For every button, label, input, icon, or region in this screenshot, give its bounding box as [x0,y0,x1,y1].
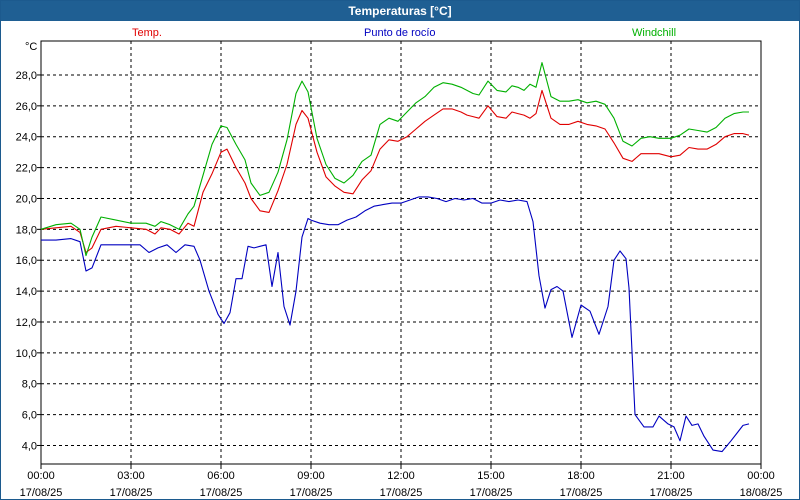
series-lines [40,62,750,453]
y-tick-label: 18,0 [16,224,37,236]
y-tick-label: 8,0 [22,379,37,391]
y-axis-ticks: 4,0 6,0 8,0 10,0 12,0 14,0 16,0 18,0 20,0 22,0 24,… [16,70,41,452]
windchill-series-line [40,62,749,257]
x-tick-label-date: 17/08/25 [470,487,513,499]
x-tick-label-time: 06:00 [207,470,235,482]
y-tick-label: 26,0 [16,101,37,113]
y-tick-label: 12,0 [16,317,37,329]
x-tick-label-time: 21:00 [657,470,685,482]
y-tick-label: 4,0 [22,440,37,452]
x-tick-label-date: 17/08/25 [290,487,333,499]
temp-series-line [40,89,750,254]
y-tick-label: 20,0 [16,193,37,205]
x-tick-label-date: 17/08/25 [200,487,243,499]
x-tick-label-time: 18:00 [567,470,595,482]
chart-window: Temperaturas [°C] °C Temp. Punto de rocí… [0,0,800,500]
x-tick-label-date: 17/08/25 [110,487,153,499]
x-tick-label-date: 17/08/25 [20,487,63,499]
y-tick-label: 28,0 [16,70,37,82]
x-tick-label-date: 17/08/25 [560,487,603,499]
x-axis-ticks: 00:00 17/08/25 03:00 17/08/25 06:00 17/08/25 0… [20,464,783,499]
dew-point-series-line [41,196,750,453]
y-tick-label: 16,0 [16,255,37,267]
chart-title: Temperaturas [°C] [1,1,799,21]
legend-temp: Temp. [132,27,162,39]
x-tick-label-time: 09:00 [297,470,325,482]
legend-dew-point: Punto de rocío [364,27,436,39]
y-tick-label: 22,0 [16,163,37,175]
x-tick-label-date: 17/08/25 [650,487,693,499]
y-tick-label: 14,0 [16,286,37,298]
x-tick-label-time: 00:00 [27,470,55,482]
x-tick-label-time: 12:00 [387,470,415,482]
legend-windchill: Windchill [632,27,676,39]
x-tick-label-time: 03:00 [117,470,145,482]
x-tick-label-time: 00:00 [747,470,775,482]
x-tick-label-date: 17/08/25 [380,487,423,499]
temperature-chart: °C Temp. Punto de rocío Windchill 4,0 6,0… [16,27,783,499]
y-tick-label: 10,0 [16,348,37,360]
y-axis-unit-label: °C [25,41,37,53]
y-tick-label: 6,0 [22,410,37,422]
x-tick-label-date: 18/08/25 [740,487,783,499]
y-tick-label: 24,0 [16,132,37,144]
x-tick-label-time: 15:00 [477,470,505,482]
